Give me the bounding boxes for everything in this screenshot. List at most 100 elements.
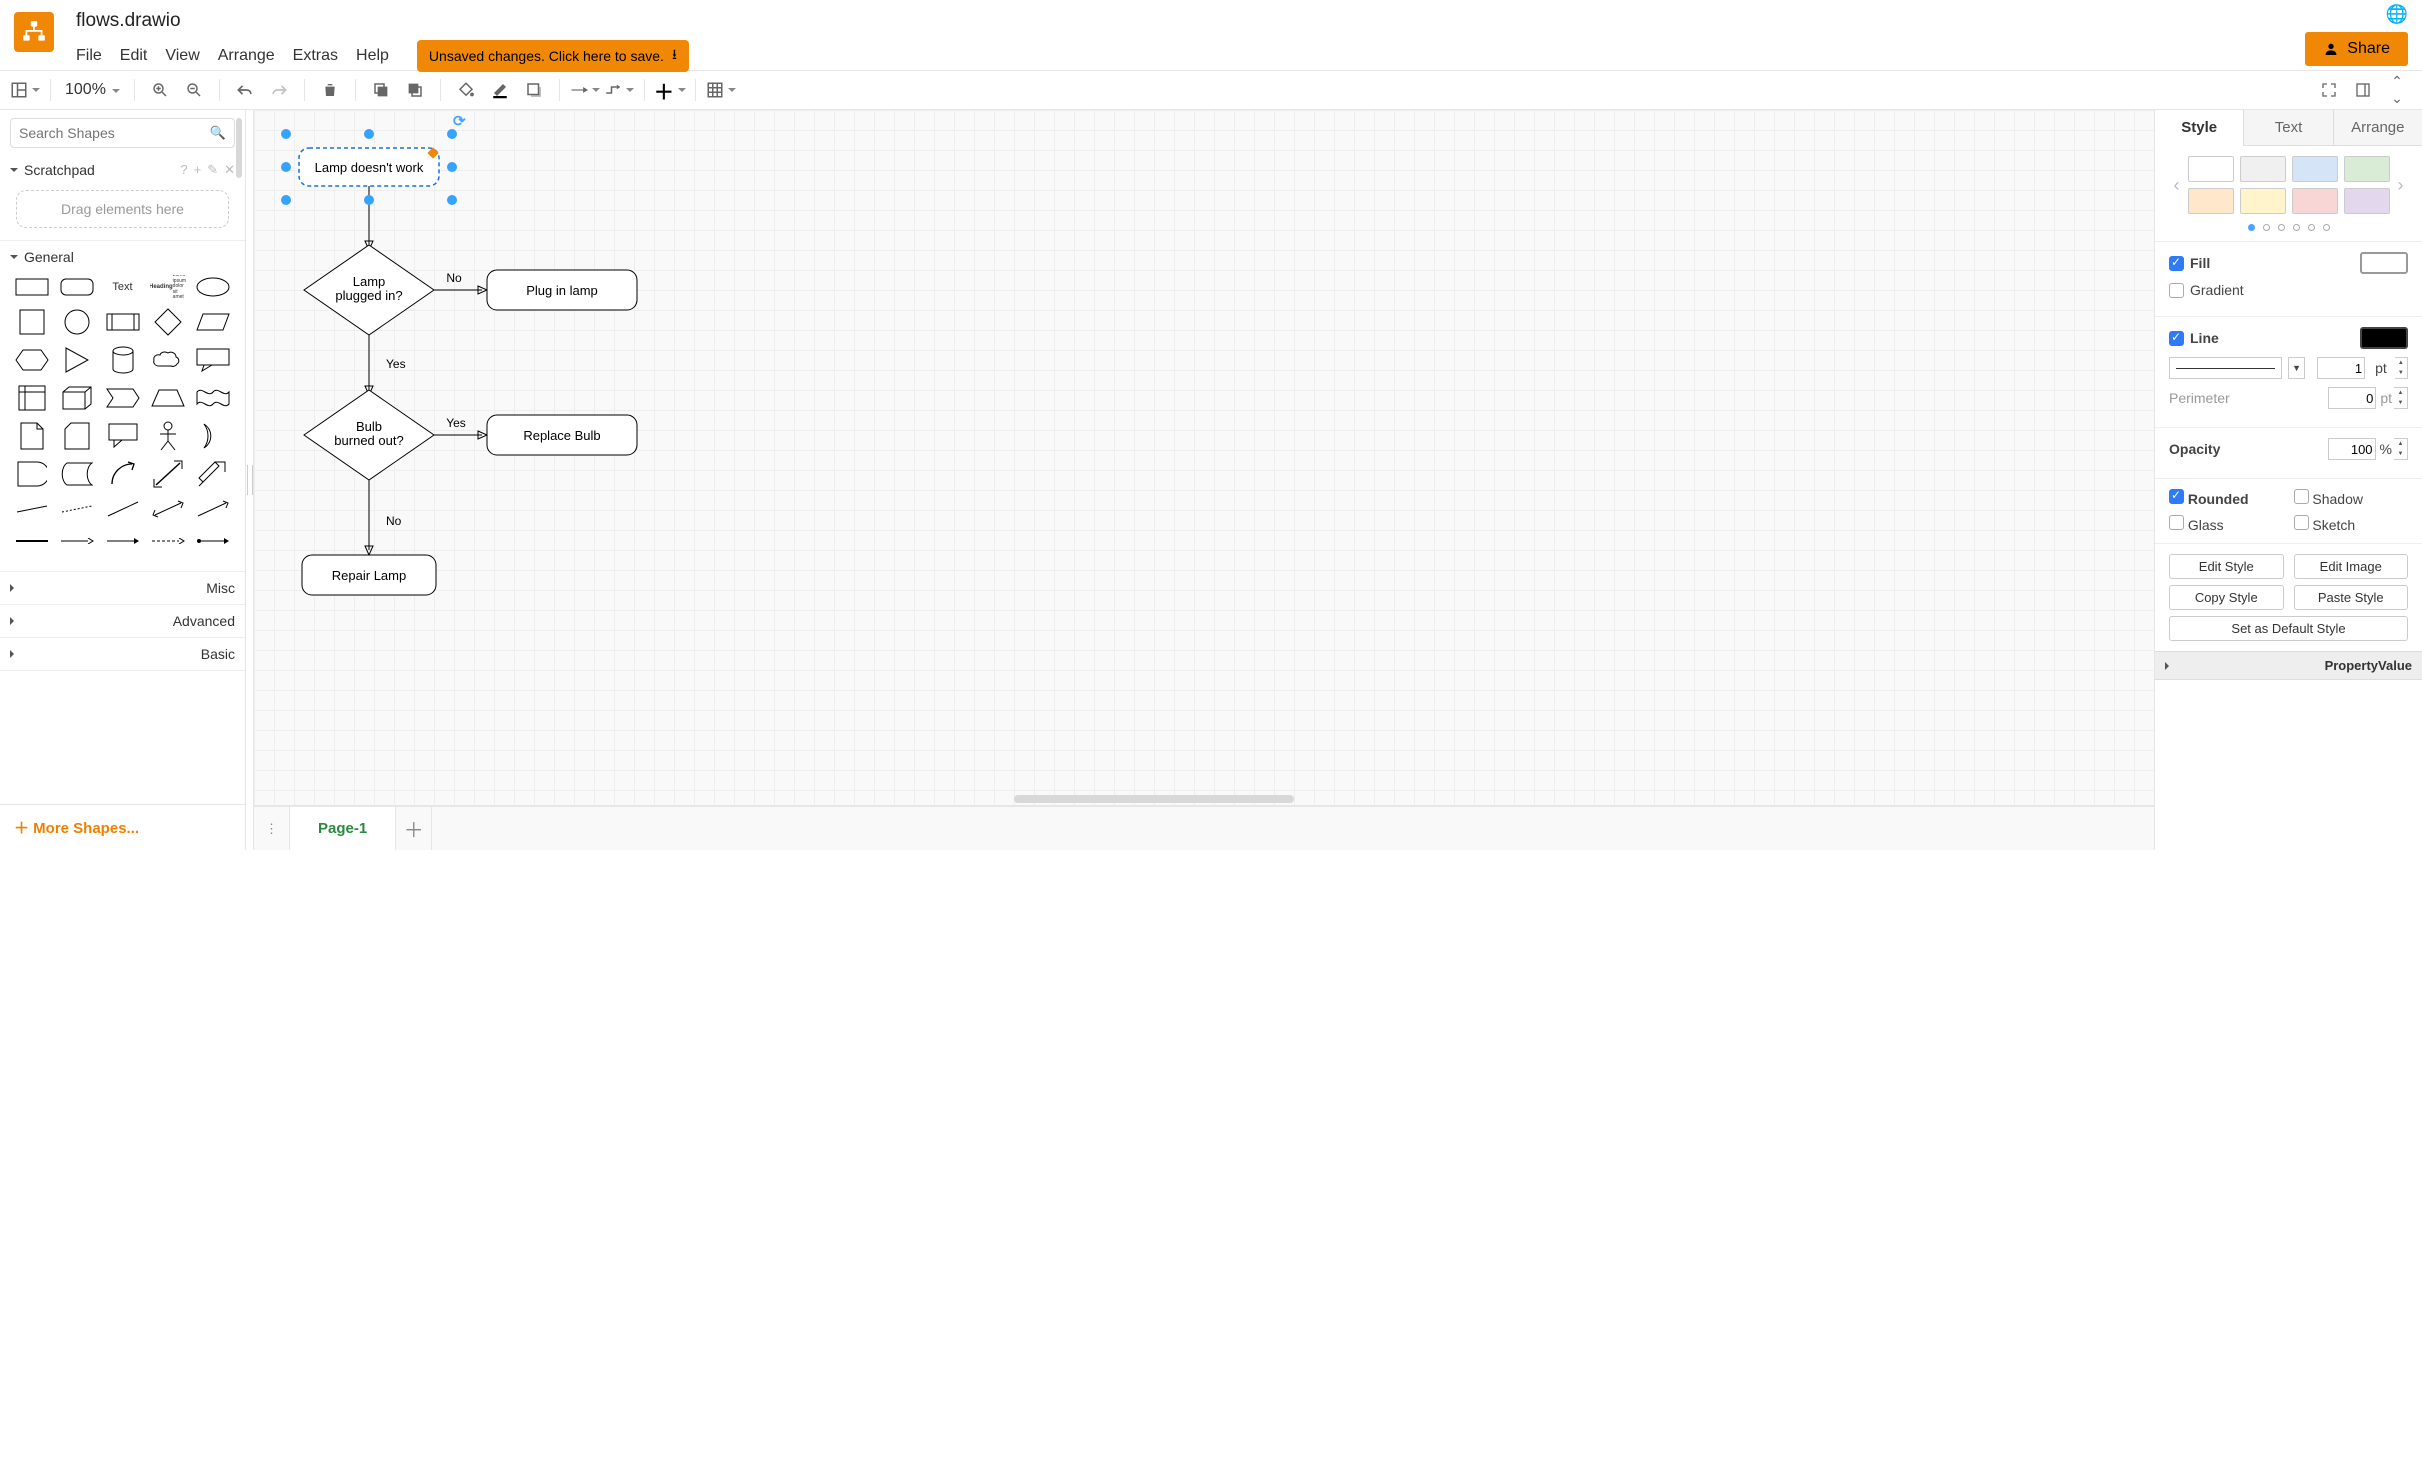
selection-handle[interactable]	[281, 195, 291, 205]
shape-connector-1[interactable]	[14, 529, 49, 553]
shape-trapezoid[interactable]	[150, 383, 185, 413]
insert-button[interactable]: ＋	[655, 76, 685, 104]
shape-text[interactable]: Text	[105, 275, 140, 299]
shape-callout[interactable]	[196, 345, 231, 375]
swatch-prev-icon[interactable]: ‹	[2166, 175, 2188, 196]
node-repair[interactable]: Repair Lamp	[332, 568, 406, 583]
fill-checkbox[interactable]	[2169, 256, 2184, 271]
copy-style-button[interactable]: Copy Style	[2169, 585, 2284, 610]
zoom-in-button[interactable]	[145, 76, 175, 104]
shadow-button[interactable]	[519, 76, 549, 104]
zoom-out-button[interactable]	[179, 76, 209, 104]
node-lamp-doesnt-work[interactable]: Lamp doesn't work	[315, 160, 424, 175]
layout-menu-button[interactable]	[10, 76, 40, 104]
shape-cube[interactable]	[59, 383, 94, 413]
shape-moon[interactable]	[196, 421, 231, 451]
shape-rect[interactable]	[14, 275, 49, 299]
preset-swatch[interactable]	[2344, 188, 2390, 214]
misc-category[interactable]: Misc	[0, 574, 245, 602]
shape-cloud[interactable]	[150, 345, 185, 375]
shape-line-dotted[interactable]	[59, 497, 94, 521]
menu-arrange[interactable]: Arrange	[218, 47, 275, 65]
unsaved-banner[interactable]: Unsaved changes. Click here to save. ⭳	[417, 40, 689, 72]
shape-parallelogram[interactable]	[196, 307, 231, 337]
rounded-checkbox[interactable]	[2169, 489, 2184, 504]
line-color-button[interactable]	[485, 76, 515, 104]
shape-textbox[interactable]: HeadingLorem ipsum dolor sit amet text	[150, 275, 185, 299]
gradient-checkbox[interactable]	[2169, 283, 2184, 298]
page-menu-button[interactable]: ⋮	[254, 807, 290, 850]
shape-bidir-arrow[interactable]	[150, 459, 185, 489]
pager-dot[interactable]	[2293, 224, 2300, 231]
to-front-button[interactable]	[366, 76, 396, 104]
selection-handle[interactable]	[447, 129, 457, 139]
share-button[interactable]: Share	[2305, 32, 2408, 66]
preset-swatch[interactable]	[2240, 188, 2286, 214]
scratchpad-dropzone[interactable]: Drag elements here	[16, 190, 229, 228]
selection-handle[interactable]	[447, 195, 457, 205]
scratchpad-add-icon[interactable]: +	[194, 162, 202, 178]
fullscreen-button[interactable]	[2314, 76, 2344, 104]
sidebar-splitter[interactable]	[246, 110, 254, 850]
property-header[interactable]: Property Value	[2155, 651, 2422, 680]
format-panel-button[interactable]	[2348, 76, 2378, 104]
pager-dot[interactable]	[2308, 224, 2315, 231]
add-page-button[interactable]: ＋	[396, 807, 432, 850]
scratchpad-close-icon[interactable]: ✕	[224, 162, 235, 178]
shape-step[interactable]	[105, 383, 140, 413]
connection-style-button[interactable]	[570, 76, 600, 104]
canvas[interactable]: Lamp doesn't work Lampplugged in? No Plu…	[254, 110, 2154, 806]
redo-button[interactable]	[264, 76, 294, 104]
shape-line-1head[interactable]	[196, 497, 231, 521]
shape-cylinder[interactable]	[105, 345, 140, 375]
selection-handle[interactable]	[281, 129, 291, 139]
node-plug-in[interactable]: Plug in lamp	[526, 283, 598, 298]
shape-diamond[interactable]	[150, 307, 185, 337]
set-default-style-button[interactable]: Set as Default Style	[2169, 616, 2408, 641]
menu-edit[interactable]: Edit	[120, 47, 148, 65]
shape-process[interactable]	[105, 307, 140, 337]
tab-arrange[interactable]: Arrange	[2333, 110, 2422, 146]
selection-handle[interactable]	[364, 195, 374, 205]
document-title[interactable]: flows.drawio	[76, 10, 2408, 32]
shape-connector-2[interactable]	[59, 529, 94, 553]
swatch-next-icon[interactable]: ›	[2390, 175, 2412, 196]
pager-dot[interactable]	[2263, 224, 2270, 231]
menu-view[interactable]: View	[165, 47, 199, 65]
collapse-panel-button[interactable]: ⌃⌄	[2382, 76, 2412, 104]
shape-note[interactable]	[14, 421, 49, 451]
node-replace-bulb[interactable]: Replace Bulb	[523, 428, 600, 443]
undo-button[interactable]	[230, 76, 260, 104]
shape-line-solid[interactable]	[14, 497, 49, 521]
shape-curved-arrow[interactable]	[105, 459, 140, 489]
shape-actor[interactable]	[150, 421, 185, 451]
edit-image-button[interactable]: Edit Image	[2294, 554, 2409, 579]
menu-help[interactable]: Help	[356, 47, 389, 65]
shape-rounded-rect[interactable]	[59, 275, 94, 299]
more-shapes-button[interactable]: ＋ More Shapes...	[0, 804, 245, 850]
advanced-category[interactable]: Advanced	[0, 607, 245, 635]
rotate-handle-icon[interactable]: ⟳	[453, 112, 466, 130]
shape-outline-arrow[interactable]	[196, 459, 231, 489]
glass-checkbox[interactable]	[2169, 515, 2184, 530]
canvas-horizontal-scrollbar[interactable]	[1014, 795, 1294, 803]
delete-button[interactable]	[315, 76, 345, 104]
shape-search[interactable]: 🔍	[10, 118, 235, 148]
pager-dot[interactable]	[2248, 224, 2255, 231]
line-checkbox[interactable]	[2169, 331, 2184, 346]
scratchpad-help-icon[interactable]: ?	[180, 162, 187, 178]
shape-tape[interactable]	[196, 383, 231, 413]
menu-file[interactable]: File	[76, 47, 102, 65]
selection-handle[interactable]	[447, 162, 457, 172]
line-style-dropdown[interactable]	[2169, 357, 2282, 379]
line-width-stepper[interactable]: ▲▼	[2395, 357, 2408, 379]
menu-extras[interactable]: Extras	[293, 47, 338, 65]
preset-swatch[interactable]	[2292, 188, 2338, 214]
shape-ellipse[interactable]	[196, 275, 231, 299]
table-button[interactable]	[706, 76, 736, 104]
preset-swatch[interactable]	[2292, 156, 2338, 182]
sidebar-scrollbar[interactable]	[236, 118, 242, 178]
preset-swatch[interactable]	[2344, 156, 2390, 182]
waypoint-style-button[interactable]	[604, 76, 634, 104]
line-width-input[interactable]	[2317, 357, 2365, 379]
